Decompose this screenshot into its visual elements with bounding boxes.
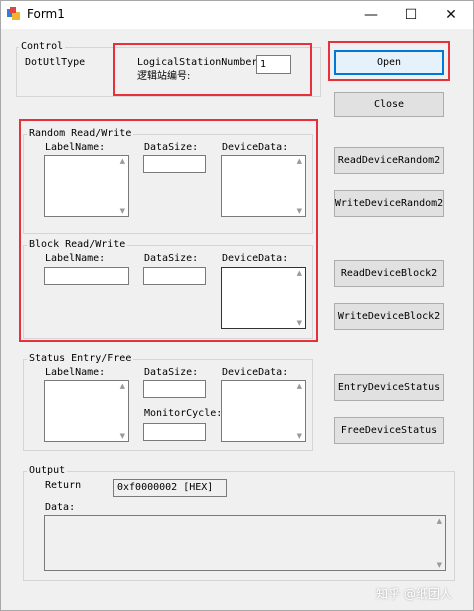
scroll-down-icon[interactable]: ▼ <box>297 432 302 440</box>
scroll-up-icon[interactable]: ▲ <box>120 157 125 165</box>
write-device-random-button[interactable]: WriteDeviceRandom2 <box>334 190 444 217</box>
output-data-textarea[interactable]: ▲ ▼ <box>44 515 446 571</box>
minimize-icon: — <box>364 7 378 23</box>
scroll-up-icon[interactable]: ▲ <box>297 157 302 165</box>
station-label-cn: 逻辑站编号: <box>137 71 191 82</box>
minimize-button[interactable]: — <box>351 1 391 29</box>
block-datasize-input[interactable] <box>143 267 206 285</box>
read-device-block-button[interactable]: ReadDeviceBlock2 <box>334 260 444 287</box>
close-window-button[interactable]: ✕ <box>431 1 471 29</box>
entry-device-status-button[interactable]: EntryDeviceStatus <box>334 374 444 401</box>
close-icon: ✕ <box>445 7 457 23</box>
form-window: Form1 — ☐ ✕ Control DotUtlType LogicalSt… <box>0 0 474 611</box>
status-labelname-label: LabelName: <box>45 367 106 378</box>
block-group-label: Block Read/Write <box>27 239 128 250</box>
maximize-button[interactable]: ☐ <box>391 1 431 29</box>
monitorcycle-input[interactable] <box>143 423 206 441</box>
open-button[interactable]: Open <box>334 50 444 75</box>
scroll-up-icon[interactable]: ▲ <box>437 517 442 525</box>
monitorcycle-label: MonitorCycle: <box>144 408 223 419</box>
scroll-up-icon[interactable]: ▲ <box>120 382 125 390</box>
status-devicedata-label: DeviceData: <box>222 367 289 378</box>
random-labelname-textarea[interactable]: ▲ ▼ <box>44 155 129 217</box>
watermark-text: 知乎 @纸团人 <box>376 587 452 601</box>
free-device-status-button[interactable]: FreeDeviceStatus <box>334 417 444 444</box>
title-bar[interactable]: Form1 — ☐ ✕ <box>1 1 473 29</box>
random-datasize-input[interactable] <box>143 155 206 173</box>
scroll-up-icon[interactable]: ▲ <box>297 269 302 277</box>
block-labelname-input[interactable] <box>44 267 129 285</box>
write-device-block-button[interactable]: WriteDeviceBlock2 <box>334 303 444 330</box>
scroll-down-icon[interactable]: ▼ <box>297 319 302 327</box>
status-group-label: Status Entry/Free <box>27 353 134 364</box>
output-group-label: Output <box>27 465 68 476</box>
scroll-up-icon[interactable]: ▲ <box>297 382 302 390</box>
window-title: Form1 <box>27 7 65 21</box>
scroll-down-icon[interactable]: ▼ <box>120 207 125 215</box>
random-datasize-label: DataSize: <box>144 142 199 153</box>
read-device-random-button[interactable]: ReadDeviceRandom2 <box>334 147 444 174</box>
random-devicedata-textarea[interactable]: ▲ ▼ <box>221 155 306 217</box>
scroll-down-icon[interactable]: ▼ <box>297 207 302 215</box>
station-number-input[interactable]: 1 <box>256 55 291 74</box>
close-button[interactable]: Close <box>334 92 444 117</box>
status-datasize-input[interactable] <box>143 380 206 398</box>
maximize-icon: ☐ <box>404 7 418 23</box>
return-value-field: 0xf0000002 [HEX] <box>113 479 227 497</box>
block-labelname-label: LabelName: <box>45 253 106 264</box>
app-icon <box>7 7 20 20</box>
random-devicedata-label: DeviceData: <box>222 142 289 153</box>
status-labelname-textarea[interactable]: ▲ ▼ <box>44 380 129 442</box>
block-devicedata-textarea[interactable]: ▲ ▼ <box>221 267 306 329</box>
random-group-label: Random Read/Write <box>27 128 134 139</box>
dotutltype-label: DotUtlType <box>25 57 86 68</box>
status-datasize-label: DataSize: <box>144 367 199 378</box>
status-devicedata-textarea[interactable]: ▲ ▼ <box>221 380 306 442</box>
scroll-down-icon[interactable]: ▼ <box>437 561 442 569</box>
control-group-label: Control <box>19 41 66 52</box>
block-devicedata-label: DeviceData: <box>222 253 289 264</box>
scroll-down-icon[interactable]: ▼ <box>120 432 125 440</box>
return-label: Return <box>45 480 82 491</box>
block-datasize-label: DataSize: <box>144 253 199 264</box>
data-label: Data: <box>45 502 76 513</box>
random-labelname-label: LabelName: <box>45 142 106 153</box>
